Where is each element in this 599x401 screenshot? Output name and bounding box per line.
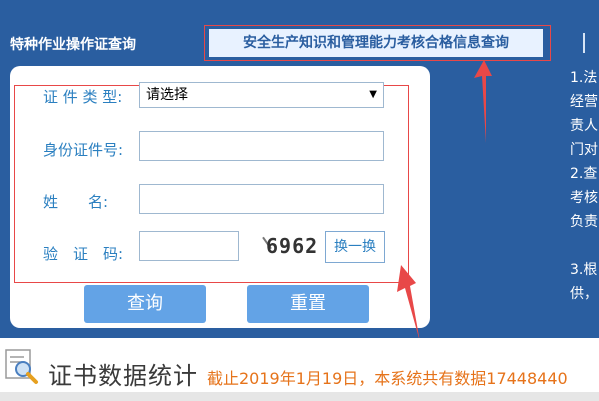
stats-title: 证书数据统计 xyxy=(48,362,198,390)
note-line: 考核 xyxy=(570,190,598,206)
captcha-label: 验 证 码: xyxy=(43,245,124,263)
cert-type-label: 证 件 类 型: xyxy=(43,88,123,106)
note-line: 供， xyxy=(570,286,598,302)
tab-divider xyxy=(583,33,585,53)
cert-type-value: 请选择 xyxy=(146,87,188,103)
notes-column: 1.法 经营 责人 门对 2.查 考核 负责 3.根 供， xyxy=(570,66,599,306)
note-line: 3.根 xyxy=(570,262,598,278)
cert-type-select[interactable]: 请选择 ▼ xyxy=(139,82,384,108)
name-input[interactable] xyxy=(139,184,384,214)
note-line xyxy=(570,234,599,258)
captcha-image[interactable]: 6962 xyxy=(256,228,318,262)
name-label: 姓 名: xyxy=(43,193,109,211)
annotation-highlight-box xyxy=(204,25,551,61)
id-number-input[interactable] xyxy=(139,131,384,161)
note-line: 2.查 xyxy=(570,166,598,182)
stats-info: 截止2019年1月19日，本系统共有数据17448440 xyxy=(207,369,568,388)
tab-special-operation-query[interactable]: 特种作业操作证查询 xyxy=(10,34,136,54)
search-icon xyxy=(5,349,38,384)
id-number-label: 身份证件号: xyxy=(43,141,124,159)
captcha-input[interactable] xyxy=(139,231,239,261)
note-line: 1.法 xyxy=(570,70,598,86)
stats-divider xyxy=(0,392,599,401)
dropdown-arrow-icon: ▼ xyxy=(369,89,377,100)
note-line: 门对 xyxy=(570,142,598,158)
refresh-captcha-button[interactable]: 换一换 xyxy=(325,231,385,263)
captcha-code: 6962 xyxy=(266,234,319,258)
query-button[interactable]: 查询 xyxy=(84,285,206,323)
note-line: 经营 xyxy=(570,94,598,110)
reset-button[interactable]: 重置 xyxy=(247,285,369,323)
note-line: 负责 xyxy=(570,214,598,230)
note-line: 责人 xyxy=(570,118,598,134)
